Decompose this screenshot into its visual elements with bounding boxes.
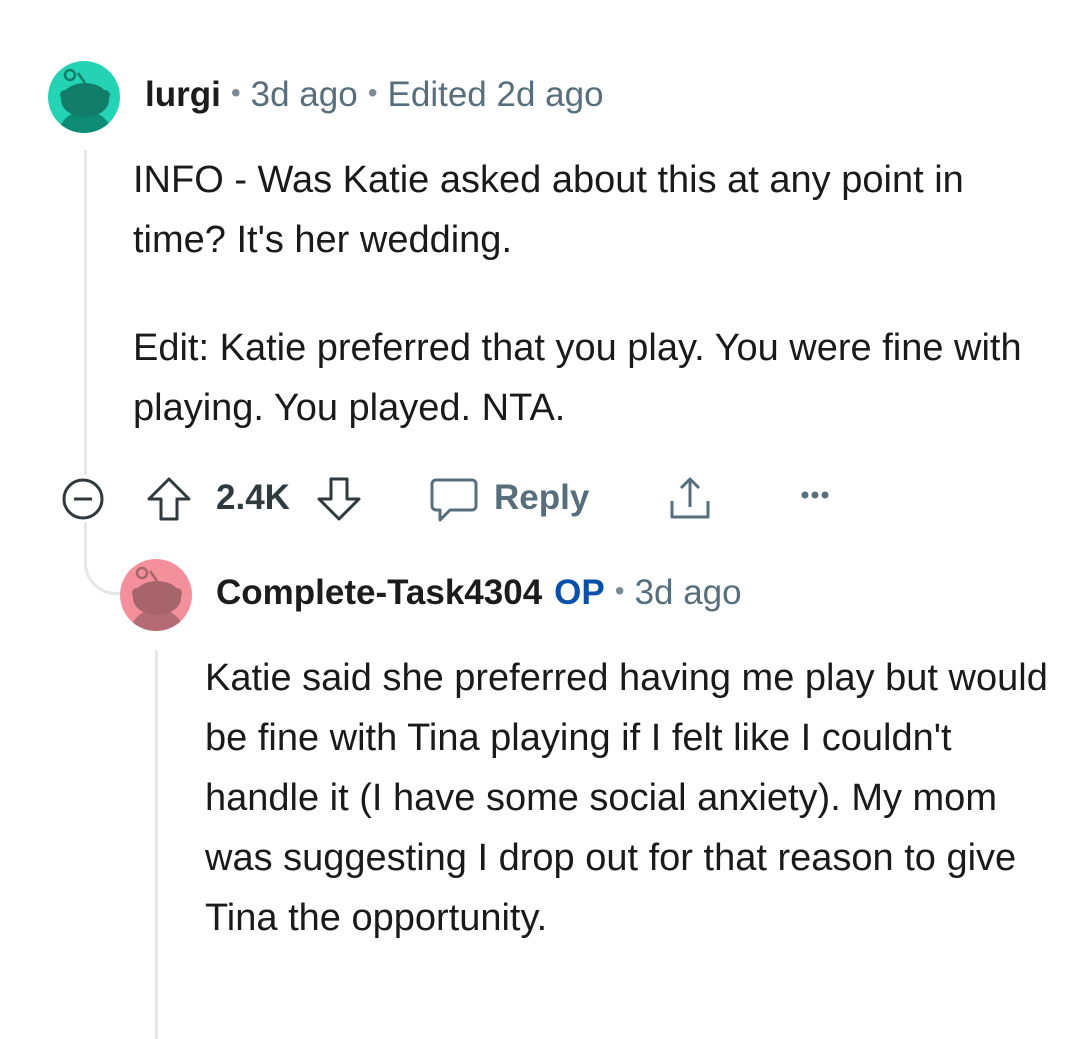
- avatar[interactable]: [48, 61, 120, 133]
- separator-dot: •: [230, 77, 241, 108]
- comment-action-bar: 2.4K Reply: [56, 470, 856, 530]
- upvote-button[interactable]: [144, 473, 194, 525]
- separator-dot: •: [367, 77, 378, 108]
- reply-paragraph: Katie said she preferred having me play …: [205, 657, 1048, 939]
- share-button[interactable]: [664, 473, 716, 525]
- upvote-icon: [147, 477, 191, 521]
- collapse-icon: [62, 478, 104, 520]
- reply-body: Katie said she preferred having me play …: [205, 648, 1065, 948]
- comment-body: INFO - Was Katie asked about this at any…: [133, 150, 1053, 438]
- downvote-button[interactable]: [314, 473, 364, 525]
- username[interactable]: lurgi: [145, 75, 221, 115]
- avatar[interactable]: [120, 559, 192, 631]
- snoo-avatar-icon: [59, 68, 111, 133]
- reply-label: Reply: [494, 478, 590, 517]
- snoo-avatar-icon: [131, 566, 183, 631]
- reply-button[interactable]: Reply: [428, 470, 589, 526]
- more-options-button[interactable]: [798, 488, 832, 502]
- share-icon: [670, 477, 710, 519]
- timestamp: 3d ago: [634, 573, 742, 612]
- more-icon: [801, 491, 829, 499]
- comment-paragraph: INFO - Was Katie asked about this at any…: [133, 159, 964, 261]
- collapse-button[interactable]: [56, 472, 110, 526]
- username[interactable]: Complete-Task4304: [216, 573, 542, 613]
- comment-header: lurgi • 3d ago • Edited 2d ago: [145, 75, 604, 115]
- edited-label: Edited 2d ago: [387, 75, 604, 114]
- op-badge: OP: [554, 573, 605, 612]
- vote-count: 2.4K: [216, 478, 290, 517]
- thread-line: [84, 150, 87, 475]
- reply-header: Complete-Task4304 OP • 3d ago: [216, 573, 742, 613]
- comment-paragraph: Edit: Katie preferred that you play. You…: [133, 327, 1022, 429]
- reply-thread-line[interactable]: [155, 650, 158, 1039]
- thread-connector: [84, 550, 122, 595]
- reply-icon: [430, 478, 478, 522]
- separator-dot: •: [614, 575, 625, 606]
- downvote-icon: [317, 477, 361, 521]
- timestamp: 3d ago: [250, 75, 358, 114]
